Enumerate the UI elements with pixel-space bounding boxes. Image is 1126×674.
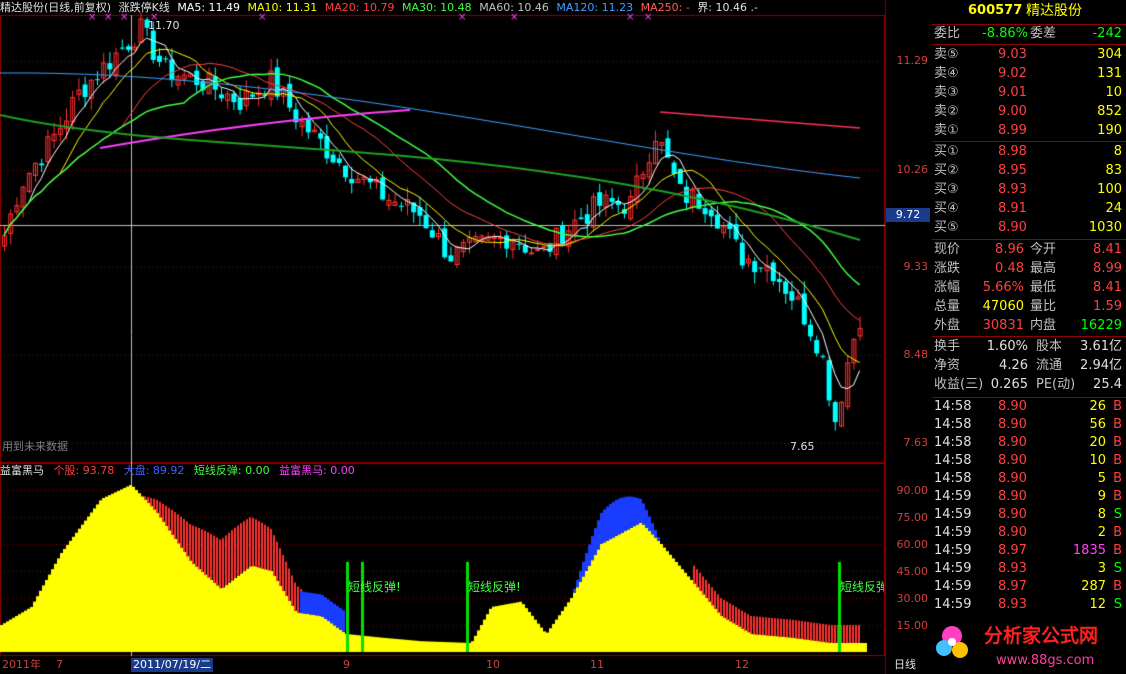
bid-row: 买② 8.95 83 xyxy=(934,163,1122,178)
price-tick: 11.29 xyxy=(896,54,929,67)
trade-tick-row: 14:59 8.97 287 B xyxy=(934,579,1122,594)
x-label: 12 xyxy=(735,658,749,671)
ma120-value: MA120: 11.23 xyxy=(556,1,634,14)
quote-title: 600577 精达股份 xyxy=(932,2,1126,24)
bid-row: 买⑤ 8.90 1030 xyxy=(934,220,1122,235)
ma30-value: MA30: 10.48 xyxy=(401,1,472,14)
chart-header: 精达股份(日线,前复权) 涨跌停K线 MA5: 11.49 MA10: 11.3… xyxy=(0,0,762,15)
low-label: 7.65 xyxy=(790,440,815,453)
watermark-url: www.88gs.com xyxy=(996,653,1094,668)
x-label: 9 xyxy=(343,658,350,671)
ma250-value: MA250: - xyxy=(640,1,690,14)
x-label: 10 xyxy=(486,658,500,671)
cursor-price: 9.72 xyxy=(886,208,930,222)
watermark-logo: 分析家公式网 www.88gs.com xyxy=(936,624,1098,668)
ask-row: 卖⑤ 9.03 304 xyxy=(934,47,1122,62)
fund-row: 换手 1.60% 股本 3.61亿 xyxy=(934,339,1122,354)
fund-row: 收益(三) 0.265 PE(动) 25.4 xyxy=(934,377,1122,392)
rebound-label: 短线反弹! xyxy=(468,580,521,594)
ind-tick: 60.00 xyxy=(896,538,929,551)
ask-row: 卖① 8.99 190 xyxy=(934,123,1122,138)
bid-row: 买① 8.98 8 xyxy=(934,144,1122,159)
market-score: 大盘: 89.92 xyxy=(123,464,185,477)
stat-row: 现价 8.96 今开 8.41 xyxy=(934,242,1122,257)
price-tick: 7.63 xyxy=(903,436,929,449)
stat-row: 涨幅 5.66% 最低 8.41 xyxy=(934,280,1122,295)
ind-tick: 15.00 xyxy=(896,619,929,632)
x-label: 7 xyxy=(56,658,63,671)
ask-row: 卖③ 9.01 10 xyxy=(934,85,1122,100)
fund-row: 净资 4.26 流通 2.94亿 xyxy=(934,358,1122,373)
trade-tick-row: 14:58 8.90 56 B xyxy=(934,417,1122,432)
period-button[interactable]: 日线 xyxy=(894,658,916,672)
stock-title: 精达股份(日线,前复权) xyxy=(0,1,112,14)
rebound-value: 短线反弹: 0.00 xyxy=(193,464,270,477)
trade-tick-row: 14:58 8.90 5 B xyxy=(934,471,1122,486)
stat-row: 总量 47060 量比 1.59 xyxy=(934,299,1122,314)
ask-row: 卖② 9.00 852 xyxy=(934,104,1122,119)
ind-tick: 45.00 xyxy=(896,565,929,578)
ma60-value: MA60: 10.46 xyxy=(479,1,549,14)
rebound-label: 短线反弹! xyxy=(348,580,401,594)
bid-row: 买④ 8.91 24 xyxy=(934,201,1122,216)
ma20-value: MA20: 10.79 xyxy=(324,1,395,14)
price-tick: 8.48 xyxy=(903,348,929,361)
bid-row: 买③ 8.93 100 xyxy=(934,182,1122,197)
kline-chart[interactable] xyxy=(0,0,930,674)
watermark-brand: 分析家公式网 xyxy=(984,624,1098,647)
high-label: 11.70 xyxy=(148,19,180,32)
ind-tick: 75.00 xyxy=(896,511,929,524)
trade-tick-row: 14:59 8.93 3 S xyxy=(934,561,1122,576)
x-label: 11 xyxy=(590,658,604,671)
ind-tick: 90.00 xyxy=(896,484,929,497)
jie-value: 界: 10.46 .- xyxy=(697,1,758,14)
indicator-title: 益富黑马 xyxy=(0,464,44,477)
indicator-name: 涨跌停K线 xyxy=(118,1,170,14)
stat-row: 外盘 30831 内盘 16229 xyxy=(934,318,1122,333)
trade-tick-row: 14:59 8.90 8 S xyxy=(934,507,1122,522)
x-cursor-date: 2011/07/19/二 xyxy=(131,658,214,672)
stock-score: 个股: 93.78 xyxy=(53,464,115,477)
rebound-label: 短线反弹 xyxy=(840,580,884,594)
weibi-row: 委比 -8.86% 委差 -242 xyxy=(934,26,1122,41)
quote-panel: 600577 精达股份 委比 -8.86% 委差 -242 卖⑤ 9.03 30… xyxy=(932,0,1126,674)
trade-tick-row: 14:58 8.90 10 B xyxy=(934,453,1122,468)
stock-code: 600577 xyxy=(968,3,1023,18)
ma10-value: MA10: 11.31 xyxy=(247,1,318,14)
price-tick: 9.33 xyxy=(903,260,929,273)
future-data-note: 用到未来数据 xyxy=(2,440,68,453)
trade-tick-row: 14:59 8.93 12 S xyxy=(934,597,1122,612)
price-tick: 10.26 xyxy=(896,163,929,176)
trade-tick-row: 14:59 8.90 9 B xyxy=(934,489,1122,504)
stat-row: 涨跌 0.48 最高 8.99 xyxy=(934,261,1122,276)
x-label: 2011年 xyxy=(2,658,41,671)
stock-name: 精达股份 xyxy=(1026,3,1082,19)
ask-row: 卖④ 9.02 131 xyxy=(934,66,1122,81)
indicator-header: 益富黑马 个股: 93.78 大盘: 89.92 短线反弹: 0.00 益富黑马… xyxy=(0,464,361,478)
trade-tick-row: 14:59 8.97 1835 B xyxy=(934,543,1122,558)
heima-value: 益富黑马: 0.00 xyxy=(279,464,355,477)
trade-tick-row: 14:58 8.90 20 B xyxy=(934,435,1122,450)
ind-tick: 30.00 xyxy=(896,592,929,605)
trade-tick-row: 14:59 8.90 2 B xyxy=(934,525,1122,540)
trade-tick-row: 14:58 8.90 26 B xyxy=(934,399,1122,414)
ma5-value: MA5: 11.49 xyxy=(177,1,241,14)
